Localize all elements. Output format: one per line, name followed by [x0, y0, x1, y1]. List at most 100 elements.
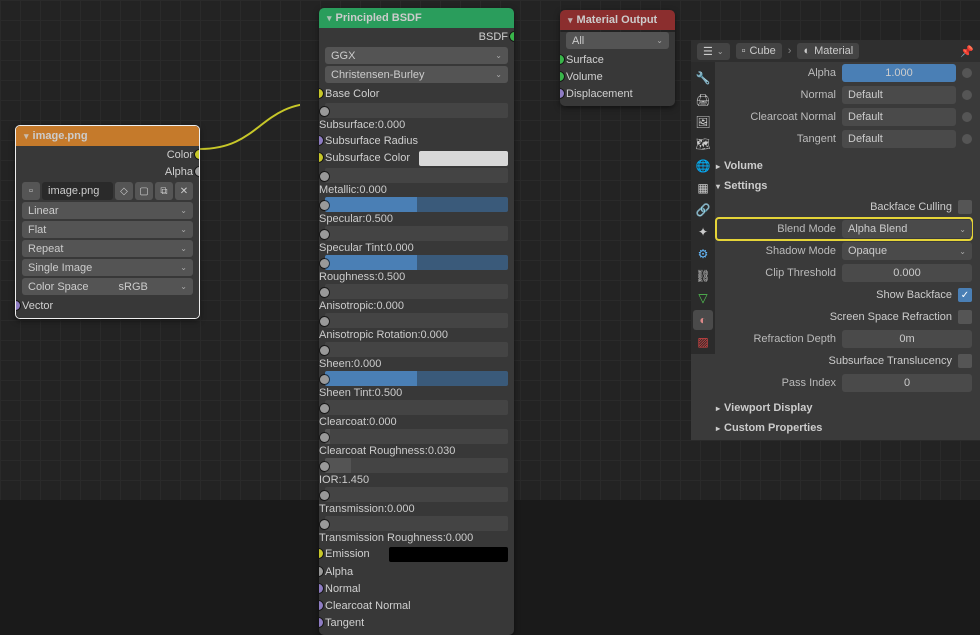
input-vector[interactable]: Vector [16, 297, 199, 314]
tab-texture-icon[interactable]: ▨ [693, 332, 713, 352]
slider-speculartint[interactable]: Specular Tint:0.000 [319, 226, 514, 254]
collapse-icon[interactable]: ▾ [327, 13, 332, 24]
alpha-slider[interactable]: 1.000 [842, 64, 956, 82]
socket[interactable] [320, 404, 329, 413]
slider-sheen[interactable]: Sheen:0.000 [319, 342, 514, 370]
socket[interactable] [320, 491, 329, 500]
node-header[interactable]: ▾Material Output [560, 10, 675, 30]
output-color[interactable]: Color [16, 146, 199, 163]
keyframe-dot[interactable] [962, 90, 972, 100]
socket[interactable] [319, 567, 323, 576]
new-icon[interactable]: ⧉ [155, 182, 173, 200]
show-backface-checkbox[interactable]: ✓ [958, 288, 972, 302]
socket[interactable] [319, 601, 323, 610]
unlink-icon[interactable]: ✕ [175, 182, 193, 200]
pass-index-field[interactable]: 0 [842, 374, 972, 392]
socket-displacement[interactable] [560, 89, 564, 98]
source-select[interactable]: Single Image⌄ [22, 259, 193, 276]
clip-threshold-field[interactable]: 0.000 [842, 264, 972, 282]
sss-method-select[interactable]: Christensen-Burley⌄ [325, 66, 508, 83]
tab-object-icon[interactable]: ▦ [693, 178, 713, 198]
interpolation-select[interactable]: Linear⌄ [22, 202, 193, 219]
socket-surface[interactable] [560, 55, 564, 64]
slider-subsurface[interactable]: Subsurface:0.000 [319, 103, 514, 131]
socket[interactable] [319, 153, 323, 162]
socket[interactable] [320, 259, 329, 268]
socket[interactable] [320, 375, 329, 384]
node-material-output[interactable]: ▾Material Output All⌄ Surface Volume Dis… [560, 10, 675, 106]
tab-data-icon[interactable]: ▽ [693, 288, 713, 308]
socket[interactable] [320, 462, 329, 471]
tab-viewlayer-icon[interactable]: 🖼 [693, 112, 713, 132]
slider-transmission[interactable]: Transmission:0.000 [319, 487, 514, 515]
socket[interactable] [320, 201, 329, 210]
clearcoat-normal-select[interactable]: Default [842, 108, 956, 126]
node-image-texture[interactable]: ▾image.png Color Alpha ▫ image.png ◇ ▢ ⧉… [15, 125, 200, 319]
keyframe-dot[interactable] [962, 68, 972, 78]
input-sss-radius[interactable]: Subsurface Radius [319, 132, 514, 149]
socket[interactable] [320, 107, 329, 116]
target-select[interactable]: All⌄ [566, 32, 669, 49]
input-sss-color[interactable]: Subsurface Color [319, 149, 514, 167]
slider-anisotropic[interactable]: Anisotropic:0.000 [319, 284, 514, 312]
collapse-icon[interactable]: ▾ [24, 131, 29, 142]
section-custom-properties[interactable]: ▸Custom Properties [716, 418, 972, 438]
socket[interactable] [320, 520, 329, 529]
node-header[interactable]: ▾Principled BSDF [319, 8, 514, 28]
input-tangent[interactable]: Tangent [319, 614, 514, 631]
ssr-checkbox[interactable] [958, 310, 972, 324]
input-clearcoat-normal[interactable]: Clearcoat Normal [319, 597, 514, 614]
colorspace-select[interactable]: Color SpacesRGB⌄ [22, 278, 193, 295]
projection-select[interactable]: Flat⌄ [22, 221, 193, 238]
input-alpha[interactable]: Alpha [319, 563, 514, 580]
socket[interactable] [320, 172, 329, 181]
socket-color[interactable] [195, 150, 200, 159]
socket[interactable] [319, 136, 323, 145]
slider-sheentint[interactable]: Sheen Tint:0.500 [319, 371, 514, 399]
slider-transmissionroughness[interactable]: Transmission Roughness:0.000 [319, 516, 514, 544]
slider-ior[interactable]: IOR:1.450 [319, 458, 514, 486]
tab-render-icon[interactable]: 🔧 [693, 68, 713, 88]
tab-scene-icon[interactable]: 🗺 [693, 134, 713, 154]
refraction-depth-field[interactable]: 0m [842, 330, 972, 348]
tab-particles-icon[interactable]: ✦ [693, 222, 713, 242]
section-settings[interactable]: ▾Settings [716, 176, 972, 196]
socket[interactable] [320, 288, 329, 297]
object-crumb[interactable]: ▫ Cube [736, 43, 782, 59]
section-viewport-display[interactable]: ▸Viewport Display [716, 398, 972, 418]
image-file-field[interactable]: ▫ image.png ◇ ▢ ⧉ ✕ [22, 182, 193, 200]
keyframe-dot[interactable] [962, 112, 972, 122]
slider-roughness[interactable]: Roughness:0.500 [319, 255, 514, 283]
output-alpha[interactable]: Alpha [16, 163, 199, 180]
extension-select[interactable]: Repeat⌄ [22, 240, 193, 257]
input-displacement[interactable]: Displacement [560, 85, 675, 102]
slider-anisotropicrotation[interactable]: Anisotropic Rotation:0.000 [319, 313, 514, 341]
backface-culling-checkbox[interactable] [958, 200, 972, 214]
output-bsdf[interactable]: BSDF [319, 28, 514, 45]
socket[interactable] [320, 317, 329, 326]
sss-color-swatch[interactable] [419, 151, 508, 166]
normal-select[interactable]: Default [842, 86, 956, 104]
socket[interactable] [319, 584, 323, 593]
input-normal[interactable]: Normal [319, 580, 514, 597]
socket-base-color[interactable] [319, 89, 323, 98]
collapse-icon[interactable]: ▾ [568, 15, 573, 26]
socket[interactable] [320, 433, 329, 442]
input-base-color[interactable]: Base Color [319, 85, 514, 102]
node-principled-bsdf[interactable]: ▾Principled BSDF BSDF GGX⌄ Christensen-B… [319, 8, 514, 635]
socket[interactable] [320, 346, 329, 355]
tab-material-icon[interactable]: ◐ [693, 310, 713, 330]
input-emission[interactable]: Emission [319, 545, 514, 563]
emission-color-swatch[interactable] [389, 547, 508, 562]
slider-clearcoatroughness[interactable]: Clearcoat Roughness:0.030 [319, 429, 514, 457]
blend-mode-select[interactable]: Alpha Blend⌄ [842, 220, 972, 238]
pin-icon[interactable]: 📌 [960, 45, 974, 58]
material-crumb[interactable]: ◐ Material [797, 43, 859, 59]
fake-user-icon[interactable]: ◇ [115, 182, 133, 200]
tab-output-icon[interactable]: 🖨 [693, 90, 713, 110]
socket-alpha[interactable] [195, 167, 200, 176]
node-header[interactable]: ▾image.png [16, 126, 199, 146]
socket-vector[interactable] [15, 301, 20, 310]
tab-physics-icon[interactable]: ⚙ [693, 244, 713, 264]
socket[interactable] [319, 549, 323, 558]
